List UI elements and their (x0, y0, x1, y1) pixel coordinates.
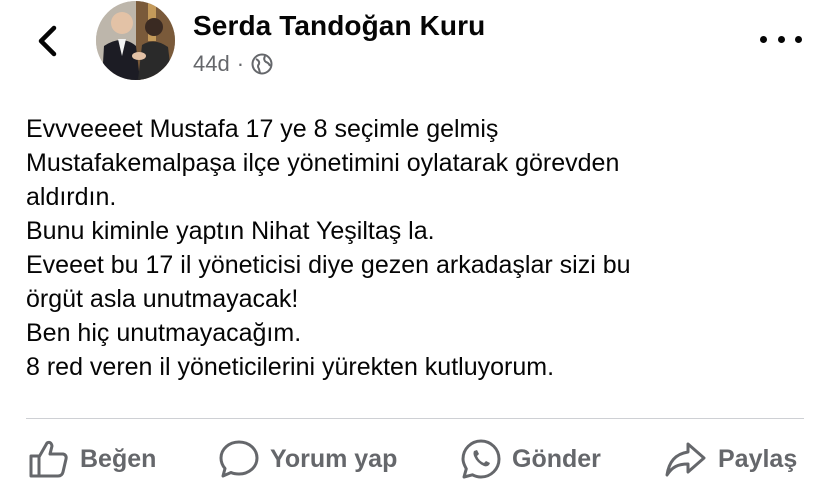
post-line: 8 red veren il yöneticilerini yürekten k… (26, 353, 555, 381)
post-line: Evvveeeet Mustafa 17 ye 8 seçimle gelmiş (26, 115, 499, 143)
author-name[interactable]: Serda Tandoğan Kuru (193, 10, 485, 42)
comment-label: Yorum yap (270, 444, 398, 473)
comment-icon (219, 440, 259, 478)
post-body: Evvveeeet Mustafa 17 ye 8 seçimle gelmiş… (26, 112, 816, 384)
post-line: Mustafakemalpaşa ilçe yönetimini oylatar… (26, 149, 620, 177)
post-header: Serda Tandoğan Kuru 44d · (0, 0, 828, 90)
divider (26, 418, 804, 419)
comment-button[interactable]: Yorum yap (218, 430, 397, 488)
thumbs-up-icon (29, 440, 68, 478)
more-dot (760, 35, 767, 43)
share-icon (665, 442, 706, 477)
post-line: Eveeet bu 17 il yöneticisi diye gezen ar… (26, 251, 631, 279)
more-options-button[interactable] (760, 28, 802, 50)
post-timestamp[interactable]: 44d (193, 51, 230, 77)
back-button[interactable] (32, 24, 64, 58)
more-dot (795, 35, 802, 43)
send-button[interactable]: Gönder (460, 430, 601, 488)
meta-separator: · (236, 51, 245, 76)
action-bar: Beğen Yorum yap Gönder Paylaş (0, 430, 828, 488)
post-line: aldırdın. (26, 183, 117, 211)
share-label: Paylaş (718, 444, 798, 473)
more-dot (777, 35, 785, 43)
like-label: Beğen (80, 444, 157, 473)
whatsapp-icon (461, 439, 501, 479)
avatar[interactable] (96, 1, 175, 80)
post-line: Ben hiç unutmayacağım. (26, 319, 302, 347)
avatar-photo (96, 1, 175, 80)
post-meta: 44d · (193, 51, 273, 77)
chevron-left-icon (38, 25, 57, 57)
globe-icon[interactable] (251, 53, 273, 75)
post-line: örgüt asla unutmayacak! (26, 285, 299, 313)
post-line: Bunu kiminle yaptın Nihat Yeşiltaş la. (26, 217, 435, 245)
send-label: Gönder (512, 444, 601, 473)
like-button[interactable]: Beğen (28, 430, 156, 488)
share-button[interactable]: Paylaş (664, 430, 797, 488)
